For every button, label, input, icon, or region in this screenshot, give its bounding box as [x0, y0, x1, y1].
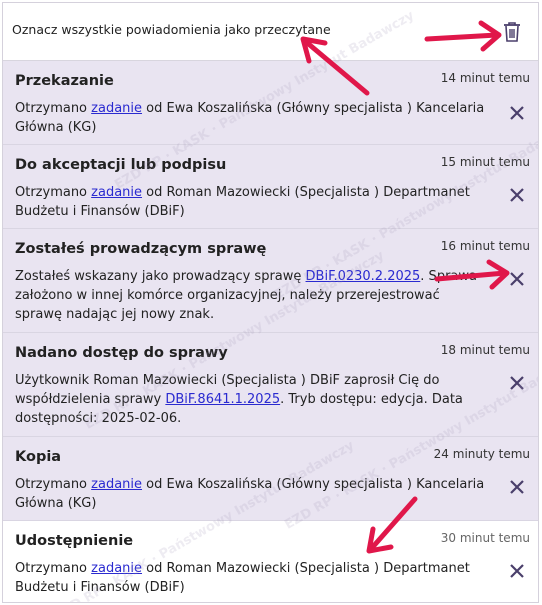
notification-text: Otrzymano: [15, 101, 92, 116]
notification-item[interactable]: Przekazanie 14 minut temu Otrzymano zada…: [3, 61, 538, 145]
notification-link[interactable]: zadanie: [91, 477, 142, 492]
dismiss-close-icon[interactable]: [510, 479, 524, 494]
dismiss-close-icon[interactable]: [510, 187, 524, 202]
notification-text: Zostałeś wskazany jako prowadzący sprawę: [15, 269, 306, 284]
notification-title: Kopia: [15, 449, 62, 465]
dismiss-close-icon[interactable]: [510, 563, 524, 578]
notification-item[interactable]: Zostałeś prowadzącym sprawę 16 minut tem…: [3, 229, 538, 333]
notification-body: Otrzymano zadanie od Roman Mazowiecki (S…: [15, 183, 485, 221]
notification-text: Otrzymano: [15, 561, 92, 576]
notification-title: Przekazanie: [15, 73, 114, 89]
notification-time: 14 minut temu: [440, 71, 530, 85]
notification-time: 30 minut temu: [440, 531, 530, 545]
notification-time: 24 minuty temu: [433, 447, 530, 461]
notification-title: Do akceptacji lub podpisu: [15, 157, 227, 173]
dismiss-close-icon[interactable]: [510, 271, 524, 286]
notifications-header: Oznacz wszystkie powiadomienia jako prze…: [3, 3, 538, 61]
dismiss-close-icon[interactable]: [510, 375, 524, 390]
notification-link[interactable]: zadanie: [91, 185, 142, 200]
notification-item[interactable]: Nadano dostęp do sprawy 18 minut temu Uż…: [3, 333, 538, 437]
notification-item[interactable]: Udostępnienie 30 minut temu Otrzymano za…: [3, 521, 538, 602]
notification-item[interactable]: Kopia 24 minuty temu Otrzymano zadanie o…: [3, 437, 538, 521]
notification-text: Otrzymano: [15, 477, 92, 492]
notification-text: Otrzymano: [15, 185, 92, 200]
dismiss-close-icon[interactable]: [510, 105, 524, 120]
notification-body: Otrzymano zadanie od Roman Mazowiecki (S…: [15, 559, 485, 597]
notification-time: 18 minut temu: [440, 343, 530, 357]
notification-title: Udostępnienie: [15, 533, 134, 549]
notification-title: Nadano dostęp do sprawy: [15, 345, 228, 361]
notification-body: Otrzymano zadanie od Ewa Koszalińska (Gł…: [15, 475, 485, 513]
notification-link[interactable]: zadanie: [91, 101, 142, 116]
notification-time: 15 minut temu: [440, 155, 530, 169]
notification-link[interactable]: zadanie: [91, 561, 142, 576]
notification-body: Użytkownik Roman Mazowiecki (Specjalista…: [15, 371, 485, 428]
mark-all-read-link[interactable]: Oznacz wszystkie powiadomienia jako prze…: [12, 22, 331, 37]
notification-time: 16 minut temu: [440, 239, 530, 253]
notification-link[interactable]: DBiF.0230.2.2025: [306, 269, 421, 284]
trash-icon[interactable]: [502, 21, 522, 43]
notifications-panel: Oznacz wszystkie powiadomienia jako prze…: [2, 2, 539, 603]
notification-body: Zostałeś wskazany jako prowadzący sprawę…: [15, 267, 485, 324]
notification-item[interactable]: Do akceptacji lub podpisu 15 minut temu …: [3, 145, 538, 229]
notification-title: Zostałeś prowadzącym sprawę: [15, 241, 267, 257]
notification-body: Otrzymano zadanie od Ewa Koszalińska (Gł…: [15, 99, 485, 137]
notification-link[interactable]: DBiF.8641.1.2025: [165, 392, 280, 407]
